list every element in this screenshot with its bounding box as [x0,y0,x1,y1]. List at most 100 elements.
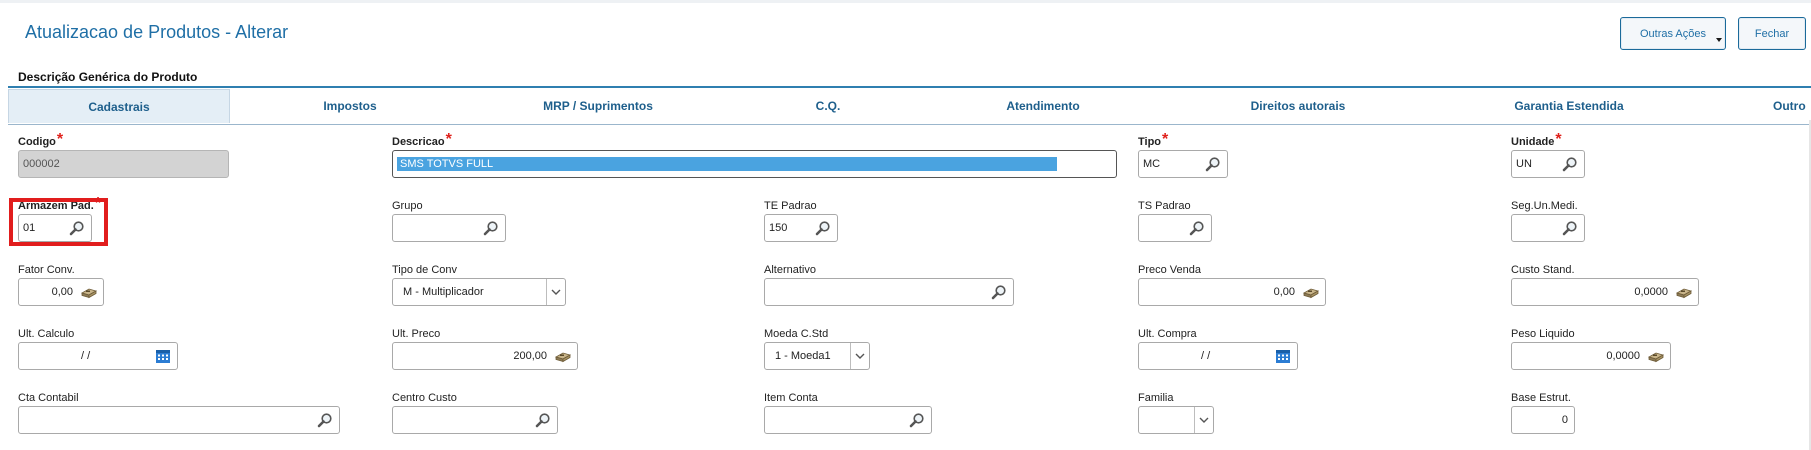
codigo-field: 000002 [18,150,229,178]
peso-liquido-label: Peso Liquido [1511,328,1575,340]
ult-calculo-label: Ult. Calculo [18,328,75,340]
search-icon[interactable] [315,409,335,431]
section-divider [8,86,1811,88]
fechar-button[interactable]: Fechar [1738,17,1806,50]
tab-label: MRP / Suprimentos [543,99,653,113]
cta-contabil-label: Cta Contabil [18,392,79,404]
te-padrao-field[interactable]: 150 [764,214,838,242]
required-marker: * [1555,131,1562,148]
custo-stand-field[interactable]: 0,0000 [1511,278,1699,306]
codigo-value: 000002 [23,158,60,170]
base-estrut-field[interactable]: 0 [1511,406,1575,434]
peso-liquido-field[interactable]: 0,0000 [1511,342,1671,370]
cta-contabil-field[interactable] [18,406,340,434]
ult-compra-field[interactable]: / / [1138,342,1298,370]
ts-padrao-field[interactable] [1138,214,1212,242]
grupo-field[interactable] [392,214,506,242]
tab-label: Cadastrais [88,99,150,114]
calculator-icon[interactable] [1674,281,1694,303]
base-estrut-value: 0 [1561,414,1568,426]
calculator-icon[interactable] [79,281,99,303]
tipo-field[interactable]: MC [1138,150,1228,178]
dropdown-caret-icon [1716,38,1722,42]
custo-stand-value: 0,0000 [1634,286,1668,298]
search-icon[interactable] [1560,217,1580,239]
custo-stand-label: Custo Stand. [1511,264,1575,276]
item-conta-label: Item Conta [764,392,818,404]
search-icon[interactable] [1560,153,1580,175]
ult-preco-label: Ult. Preco [392,328,441,340]
search-icon[interactable] [989,281,1009,303]
tab-mrp-suprimentos[interactable]: MRP / Suprimentos [528,89,668,123]
ult-compra-label: Ult. Compra [1138,328,1197,340]
calculator-icon[interactable] [1646,345,1666,367]
centro-custo-field[interactable] [392,406,558,434]
search-icon[interactable] [1187,217,1207,239]
calculator-icon[interactable] [553,345,573,367]
calendar-icon[interactable] [1273,345,1293,367]
tab-label: Direitos autorais [1250,99,1346,113]
search-icon[interactable] [533,409,553,431]
fator-conv-label: Fator Conv. [18,264,75,276]
te-padrao-label: TE Padrao [764,200,817,212]
base-estrut-label: Base Estrut. [1511,392,1571,404]
outras-acoes-button[interactable]: Outras Ações [1620,17,1726,50]
peso-liquido-value: 0,0000 [1606,350,1640,362]
grupo-label: Grupo [392,200,423,212]
fator-conv-field[interactable]: 0,00 [18,278,104,306]
window-top-border [0,0,1811,3]
codigo-label: Codigo* [18,131,64,149]
page-title: Atualizacao de Produtos - Alterar [25,22,289,42]
tab-atendimento[interactable]: Atendimento [988,89,1098,123]
unidade-field[interactable]: UN [1511,150,1585,178]
seg-un-medi-field[interactable] [1511,214,1585,242]
search-icon[interactable] [1203,153,1223,175]
tab-label: Impostos [323,99,377,113]
search-icon[interactable] [907,409,927,431]
descricao-field[interactable]: SMS TOTVS FULL [392,150,1117,178]
item-conta-field[interactable] [764,406,932,434]
alternativo-field[interactable] [764,278,1014,306]
unidade-value: UN [1516,158,1532,170]
highlight-annotation-box [9,198,108,246]
preco-venda-value: 0,00 [1273,286,1295,298]
tab-label: Atendimento [1006,99,1080,113]
moeda-c-std-value: 1 - Moeda1 [775,350,831,362]
required-marker: * [445,131,452,148]
preco-venda-label: Preco Venda [1138,264,1201,276]
tab-impostos[interactable]: Impostos [310,89,390,123]
tipo-de-conv-select[interactable]: M - Multiplicador [392,278,566,306]
ts-padrao-label: TS Padrao [1138,200,1191,212]
tab-outros[interactable]: Outro [1773,89,1811,123]
moeda-c-std-select[interactable]: 1 - Moeda1 [764,342,870,370]
fator-conv-value: 0,00 [51,286,73,298]
tab-direitos-autorais[interactable]: Direitos autorais [1228,89,1368,123]
outras-acoes-label: Outras Ações [1639,27,1707,40]
tab-bar: Cadastrais Impostos MRP / Suprimentos C.… [8,89,1811,124]
tipo-label: Tipo* [1138,131,1169,149]
chevron-down-icon[interactable] [546,279,565,305]
tab-label: Garantia Estendida [1514,99,1624,113]
required-marker: * [1162,131,1169,148]
calculator-icon[interactable] [1301,281,1321,303]
ult-preco-field[interactable]: 200,00 [392,342,578,370]
unidade-label: Unidade* [1511,131,1562,149]
search-icon[interactable] [481,217,501,239]
preco-venda-field[interactable]: 0,00 [1138,278,1326,306]
tipo-de-conv-value: M - Multiplicador [403,286,484,298]
familia-select[interactable] [1138,406,1214,434]
chevron-down-icon[interactable] [1194,407,1213,433]
te-padrao-value: 150 [769,222,788,234]
alternativo-label: Alternativo [764,264,816,276]
tab-garantia-estendida[interactable]: Garantia Estendida [1494,89,1644,123]
search-icon[interactable] [813,217,833,239]
tab-cq[interactable]: C.Q. [808,89,848,123]
calendar-icon[interactable] [153,345,173,367]
familia-label: Familia [1138,392,1174,404]
chevron-down-icon[interactable] [850,343,869,369]
ult-compra-value: / / [1201,350,1211,362]
ult-calculo-field[interactable]: / / [18,342,178,370]
tab-cadastrais[interactable]: Cadastrais [8,89,230,123]
descricao-label: Descricao* [392,131,452,149]
tipo-de-conv-label: Tipo de Conv [392,264,458,276]
